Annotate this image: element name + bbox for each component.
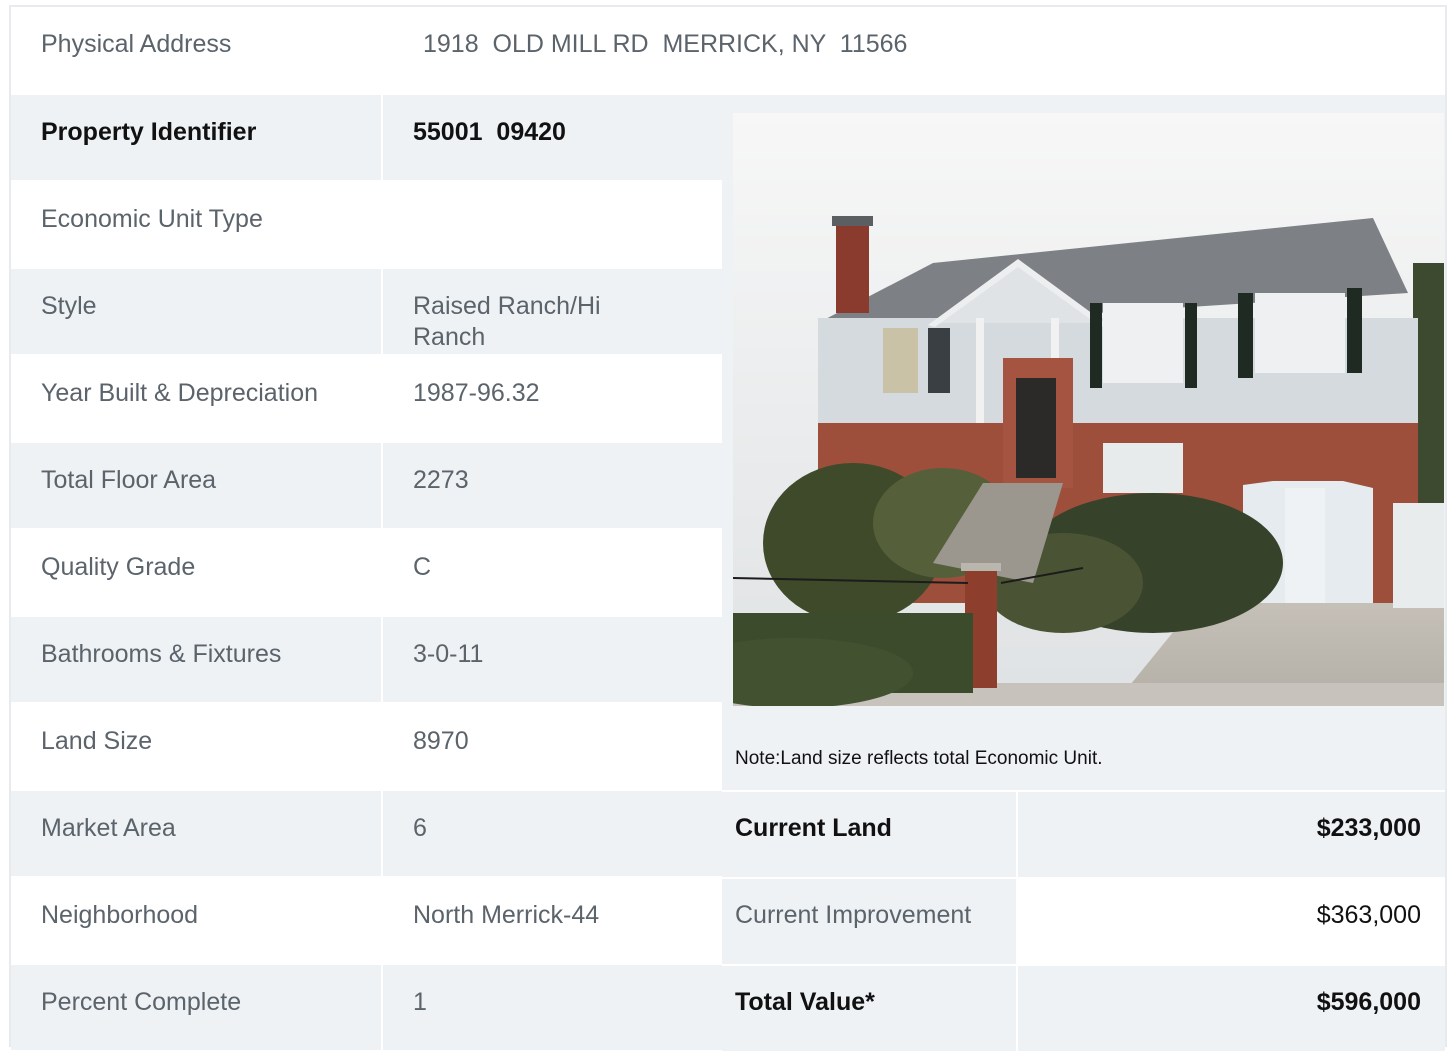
address-value-cell: 1918 OLD MILL RD MERRICK, NY 11566: [383, 7, 1445, 93]
row-value-cell: 2273: [383, 443, 722, 528]
row-value: 55001 09420: [413, 118, 566, 146]
row-value: 1: [413, 988, 427, 1016]
row-label: Total Floor Area: [41, 466, 217, 494]
row-value: 8970: [413, 727, 469, 755]
valuation-label-cell: Current Improvement: [722, 879, 1016, 964]
valuation-value: $596,000: [1316, 988, 1421, 1016]
address-value: 1918 OLD MILL RD MERRICK, NY 11566: [423, 30, 908, 58]
row-value-cell: 55001 09420: [383, 95, 722, 180]
house-photo: [733, 113, 1444, 706]
row-value-cell: 8970: [383, 704, 722, 789]
row-label: Economic Unit Type: [41, 205, 263, 233]
row-label-cell: Bathrooms & Fixtures: [11, 617, 381, 702]
row-value-cell: Raised Ranch/Hi Ranch: [383, 269, 722, 354]
row-label: Land Size: [41, 727, 153, 755]
row-label-cell: Percent Complete: [11, 965, 381, 1050]
row-label-cell: Year Built & Depreciation: [11, 356, 381, 441]
valuation-value-cell: $596,000: [1018, 966, 1445, 1051]
row-label-cell: Total Floor Area: [11, 443, 381, 528]
row-value: 3-0-11: [413, 640, 484, 668]
row-value: North Merrick-44: [413, 901, 600, 929]
valuation-value-cell: $233,000: [1018, 792, 1445, 877]
row-label: Year Built & Depreciation: [41, 379, 319, 407]
row-label-cell: Neighborhood: [11, 878, 381, 963]
valuation-label: Current Improvement: [735, 901, 972, 929]
valuation-value-cell: $363,000: [1018, 879, 1445, 964]
land-size-note: Note:Land size reflects total Economic U…: [735, 748, 1103, 769]
row-label: Neighborhood: [41, 901, 199, 929]
valuation-value: $363,000: [1316, 901, 1421, 929]
valuation-value: $233,000: [1316, 814, 1421, 842]
valuation-label: Current Land: [735, 814, 892, 842]
row-label-cell: Land Size: [11, 704, 381, 789]
row-label: Percent Complete: [41, 988, 242, 1016]
valuation-label-cell: Total Value*: [722, 966, 1016, 1051]
valuation-label-cell: Current Land: [722, 792, 1016, 877]
row-value-cell: 1987-96.32: [383, 356, 722, 441]
address-label-cell: Physical Address: [11, 7, 381, 93]
row-label-cell: Quality Grade: [11, 530, 381, 615]
row-label-cell: Market Area: [11, 791, 381, 876]
row-value: C: [413, 553, 432, 581]
row-label: Quality Grade: [41, 553, 196, 581]
row-label: Property Identifier: [41, 118, 257, 146]
row-label: Market Area: [41, 814, 176, 842]
house-photo-image: [733, 113, 1444, 706]
address-label: Physical Address: [41, 30, 232, 58]
valuation-label: Total Value*: [735, 988, 875, 1016]
row-value-cell: [383, 182, 722, 267]
row-label: Bathrooms & Fixtures: [41, 640, 282, 668]
row-value: 6: [413, 814, 427, 842]
row-label-cell: Economic Unit Type: [11, 182, 381, 267]
row-value-cell: 6: [383, 791, 722, 876]
row-value-cell: 1: [383, 965, 722, 1050]
row-label-cell: Property Identifier: [11, 95, 381, 180]
row-value: Raised Ranch/Hi Ranch: [413, 292, 608, 351]
row-label: Style: [41, 292, 97, 320]
row-value: 2273: [413, 466, 469, 494]
row-value: 1987-96.32: [413, 379, 540, 407]
row-value-cell: 3-0-11: [383, 617, 722, 702]
row-value-cell: C: [383, 530, 722, 615]
row-value-cell: North Merrick-44: [383, 878, 722, 963]
row-label-cell: Style: [11, 269, 381, 354]
